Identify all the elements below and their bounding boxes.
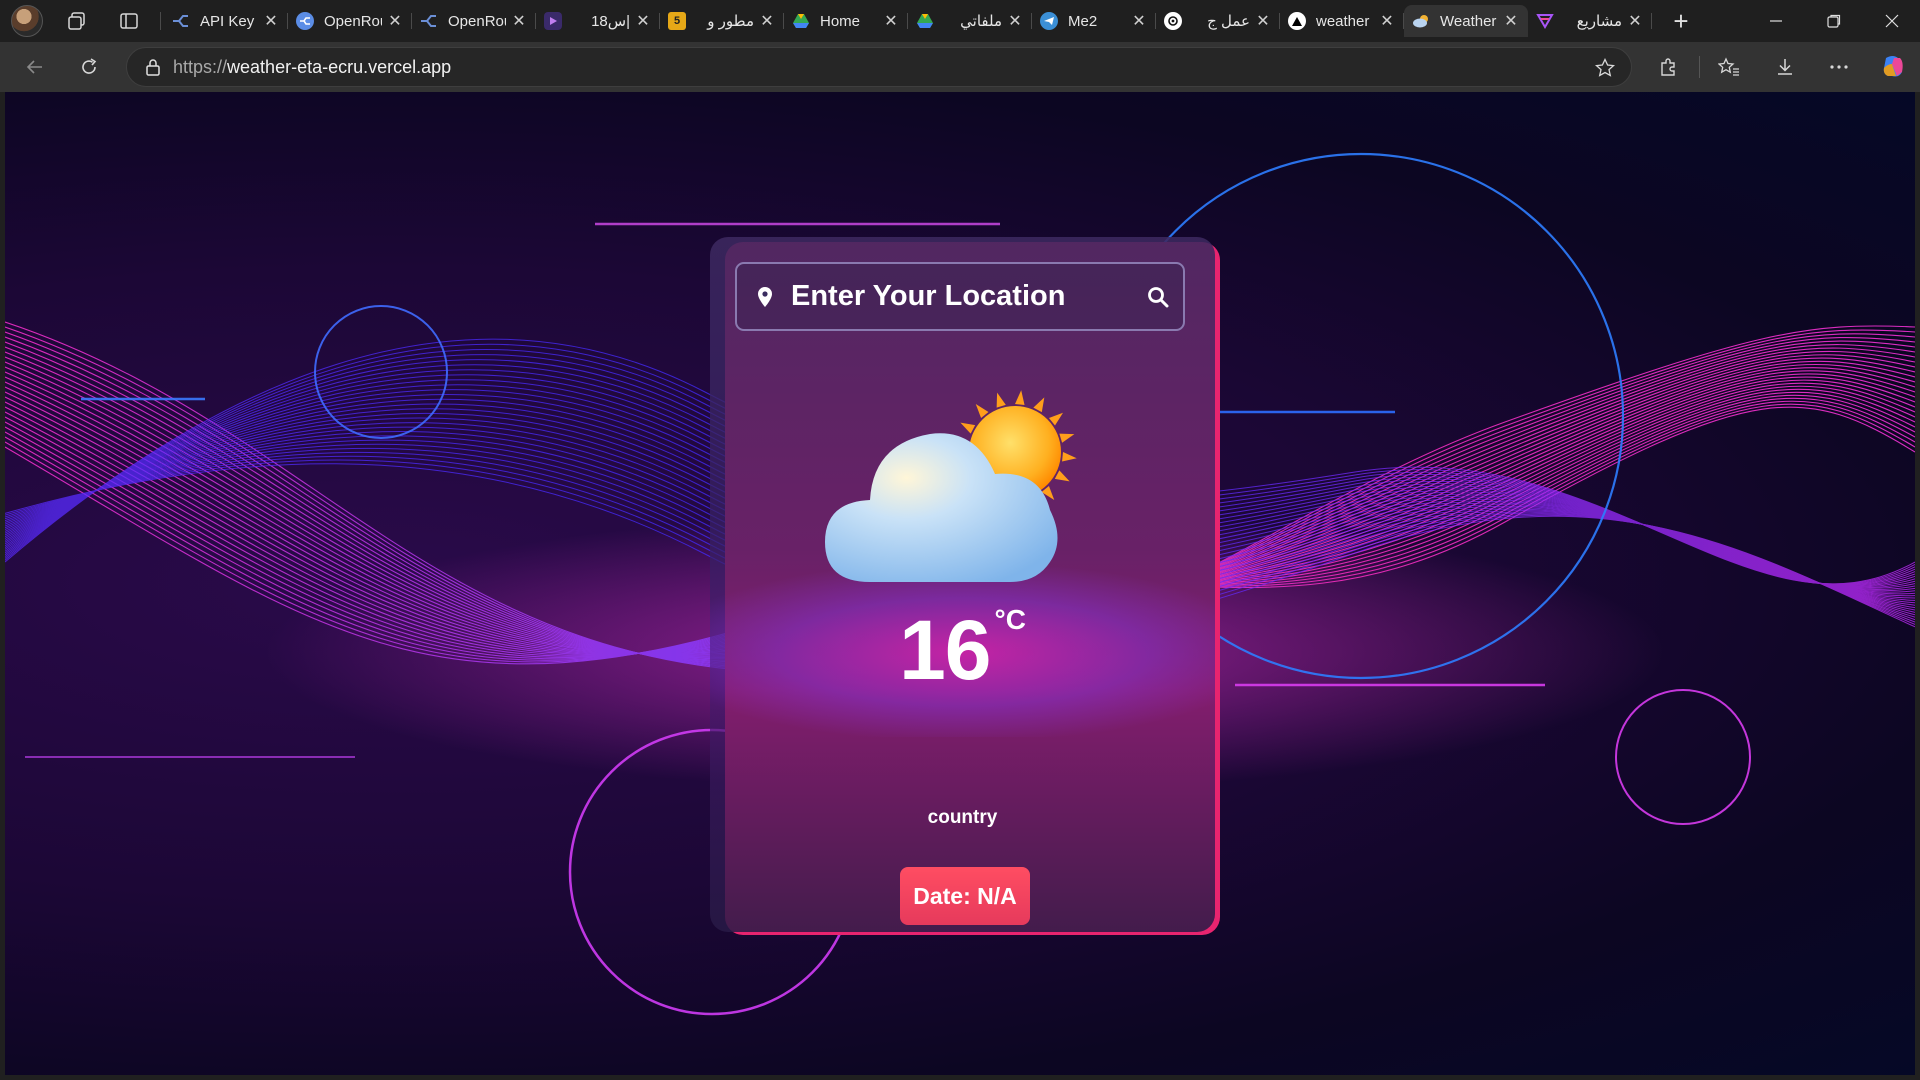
tab-api-key[interactable]: API Key ✕: [164, 5, 288, 37]
google-drive-icon: [916, 12, 934, 30]
tab-list: API Key ✕ OpenRouter ✕ OpenRouter ✕ س18|…: [164, 5, 1652, 37]
location-search-box[interactable]: Enter Your Location: [735, 262, 1185, 331]
avatar: [11, 5, 43, 37]
favorite-star-icon[interactable]: [1595, 58, 1615, 78]
location-name: country: [927, 807, 998, 828]
close-icon[interactable]: ✕: [386, 11, 404, 31]
tab-label: OpenRouter: [324, 12, 382, 30]
openrouter-icon: [420, 12, 438, 30]
sun-ray: [960, 422, 976, 434]
tab-label: Weather: [1440, 12, 1497, 30]
page-viewport: Enter Your Location 16 °C country Date: N…: [5, 92, 1915, 1075]
tab-label: س18|: [591, 13, 630, 30]
copilot-icon[interactable]: [1876, 50, 1910, 84]
close-icon[interactable]: ✕: [634, 11, 652, 31]
partly-cloudy-icon: [825, 390, 1077, 582]
openrouter-icon: [172, 12, 190, 30]
browser-tab-strip: API Key ✕ OpenRouter ✕ OpenRouter ✕ س18|…: [0, 0, 1920, 42]
tab-label: Home: [820, 12, 861, 30]
minimize-button[interactable]: [1748, 0, 1804, 42]
tab-label: ملفاتي: [960, 13, 1002, 30]
tab-label: Me2: [1068, 12, 1098, 30]
close-icon[interactable]: ✕: [1006, 11, 1024, 31]
temperature-display: 16 °C: [710, 602, 1215, 699]
tab-label: عمل ج: [1207, 13, 1250, 30]
temperature-value: 16: [899, 603, 991, 697]
address-bar[interactable]: https://weather-eta-ecru.vercel.app: [126, 47, 1632, 87]
google-drive-icon: [792, 12, 810, 30]
favorites-icon[interactable]: [1712, 50, 1746, 84]
tab-my-files[interactable]: ملفاتي ✕: [908, 5, 1032, 37]
workspaces-icon[interactable]: [56, 0, 98, 42]
tab-label: مطور و: [707, 13, 754, 30]
sun-ray: [1015, 390, 1025, 405]
new-tab-button[interactable]: +: [1665, 5, 1697, 37]
tab-label: OpenRouter: [448, 12, 506, 30]
telegram-icon: [1040, 12, 1058, 30]
url-scheme: https://: [173, 56, 228, 77]
divider: [160, 12, 161, 30]
browser-toolbar: https://weather-eta-ecru.vercel.app: [0, 42, 1920, 92]
restore-button[interactable]: [1806, 0, 1862, 42]
tab-actions-icon[interactable]: [108, 0, 150, 42]
vercel-icon: [1288, 12, 1306, 30]
tab-chatgpt[interactable]: عمل ج ✕: [1156, 5, 1280, 37]
tab-weather-vercel[interactable]: weather ✕: [1280, 5, 1404, 37]
search-icon[interactable]: [1143, 282, 1173, 312]
extensions-icon[interactable]: [1651, 50, 1685, 84]
url-text[interactable]: https://weather-eta-ecru.vercel.app: [173, 57, 451, 78]
close-icon[interactable]: ✕: [262, 11, 280, 31]
tab-me2[interactable]: Me2 ✕: [1032, 5, 1156, 37]
weather-icon: [1412, 12, 1430, 30]
tab-label: weather: [1316, 12, 1370, 30]
close-icon[interactable]: ✕: [758, 11, 776, 31]
tab-home[interactable]: Home ✕: [784, 5, 908, 37]
sun-ray: [1062, 452, 1077, 462]
sun-ray: [1033, 397, 1045, 413]
lock-icon[interactable]: [145, 58, 161, 76]
tab-label: مشاريع: [1576, 13, 1622, 30]
tab-openrouter-2[interactable]: OpenRouter ✕: [412, 5, 536, 37]
weather-card: Enter Your Location 16 °C country Date: N…: [710, 237, 1215, 932]
location-pin-icon: [758, 286, 772, 307]
url-host: weather-eta-ecru.vercel.app: [227, 56, 452, 77]
arrow-logo-icon: [1536, 12, 1554, 30]
close-icon[interactable]: ✕: [1378, 11, 1396, 31]
refresh-button[interactable]: [72, 50, 106, 84]
close-icon[interactable]: ✕: [1502, 11, 1520, 31]
chatgpt-icon: [1164, 12, 1182, 30]
divider: [1699, 56, 1700, 78]
tab-openrouter[interactable]: OpenRouter ✕: [288, 5, 412, 37]
back-button[interactable]: [18, 50, 52, 84]
close-icon[interactable]: ✕: [510, 11, 528, 31]
tab-projects[interactable]: مشاريع ✕: [1528, 5, 1652, 37]
close-icon[interactable]: ✕: [1130, 11, 1148, 31]
tab-developer[interactable]: 5 مطور و ✕: [660, 5, 784, 37]
close-icon[interactable]: ✕: [1254, 11, 1272, 31]
close-icon[interactable]: ✕: [1626, 11, 1644, 31]
close-icon[interactable]: ✕: [882, 11, 900, 31]
profile-avatar[interactable]: [6, 0, 48, 42]
video-icon: [544, 12, 562, 30]
openrouter-icon: [296, 12, 314, 30]
tab-label: API Key: [200, 12, 255, 30]
sun-ray: [996, 392, 1006, 408]
more-options-icon[interactable]: [1822, 50, 1856, 84]
sun-ray: [1054, 470, 1070, 482]
sun-ray: [1059, 433, 1075, 443]
close-window-button[interactable]: [1864, 0, 1920, 42]
number-five-icon: 5: [668, 12, 686, 30]
date-badge[interactable]: Date: N/A: [900, 867, 1030, 925]
search-input[interactable]: Enter Your Location: [791, 280, 1143, 313]
downloads-icon[interactable]: [1768, 50, 1802, 84]
tab-video[interactable]: س18| ✕: [536, 5, 660, 37]
temperature-unit: °C: [994, 604, 1026, 635]
tab-weather-active[interactable]: Weather ✕: [1404, 5, 1528, 37]
